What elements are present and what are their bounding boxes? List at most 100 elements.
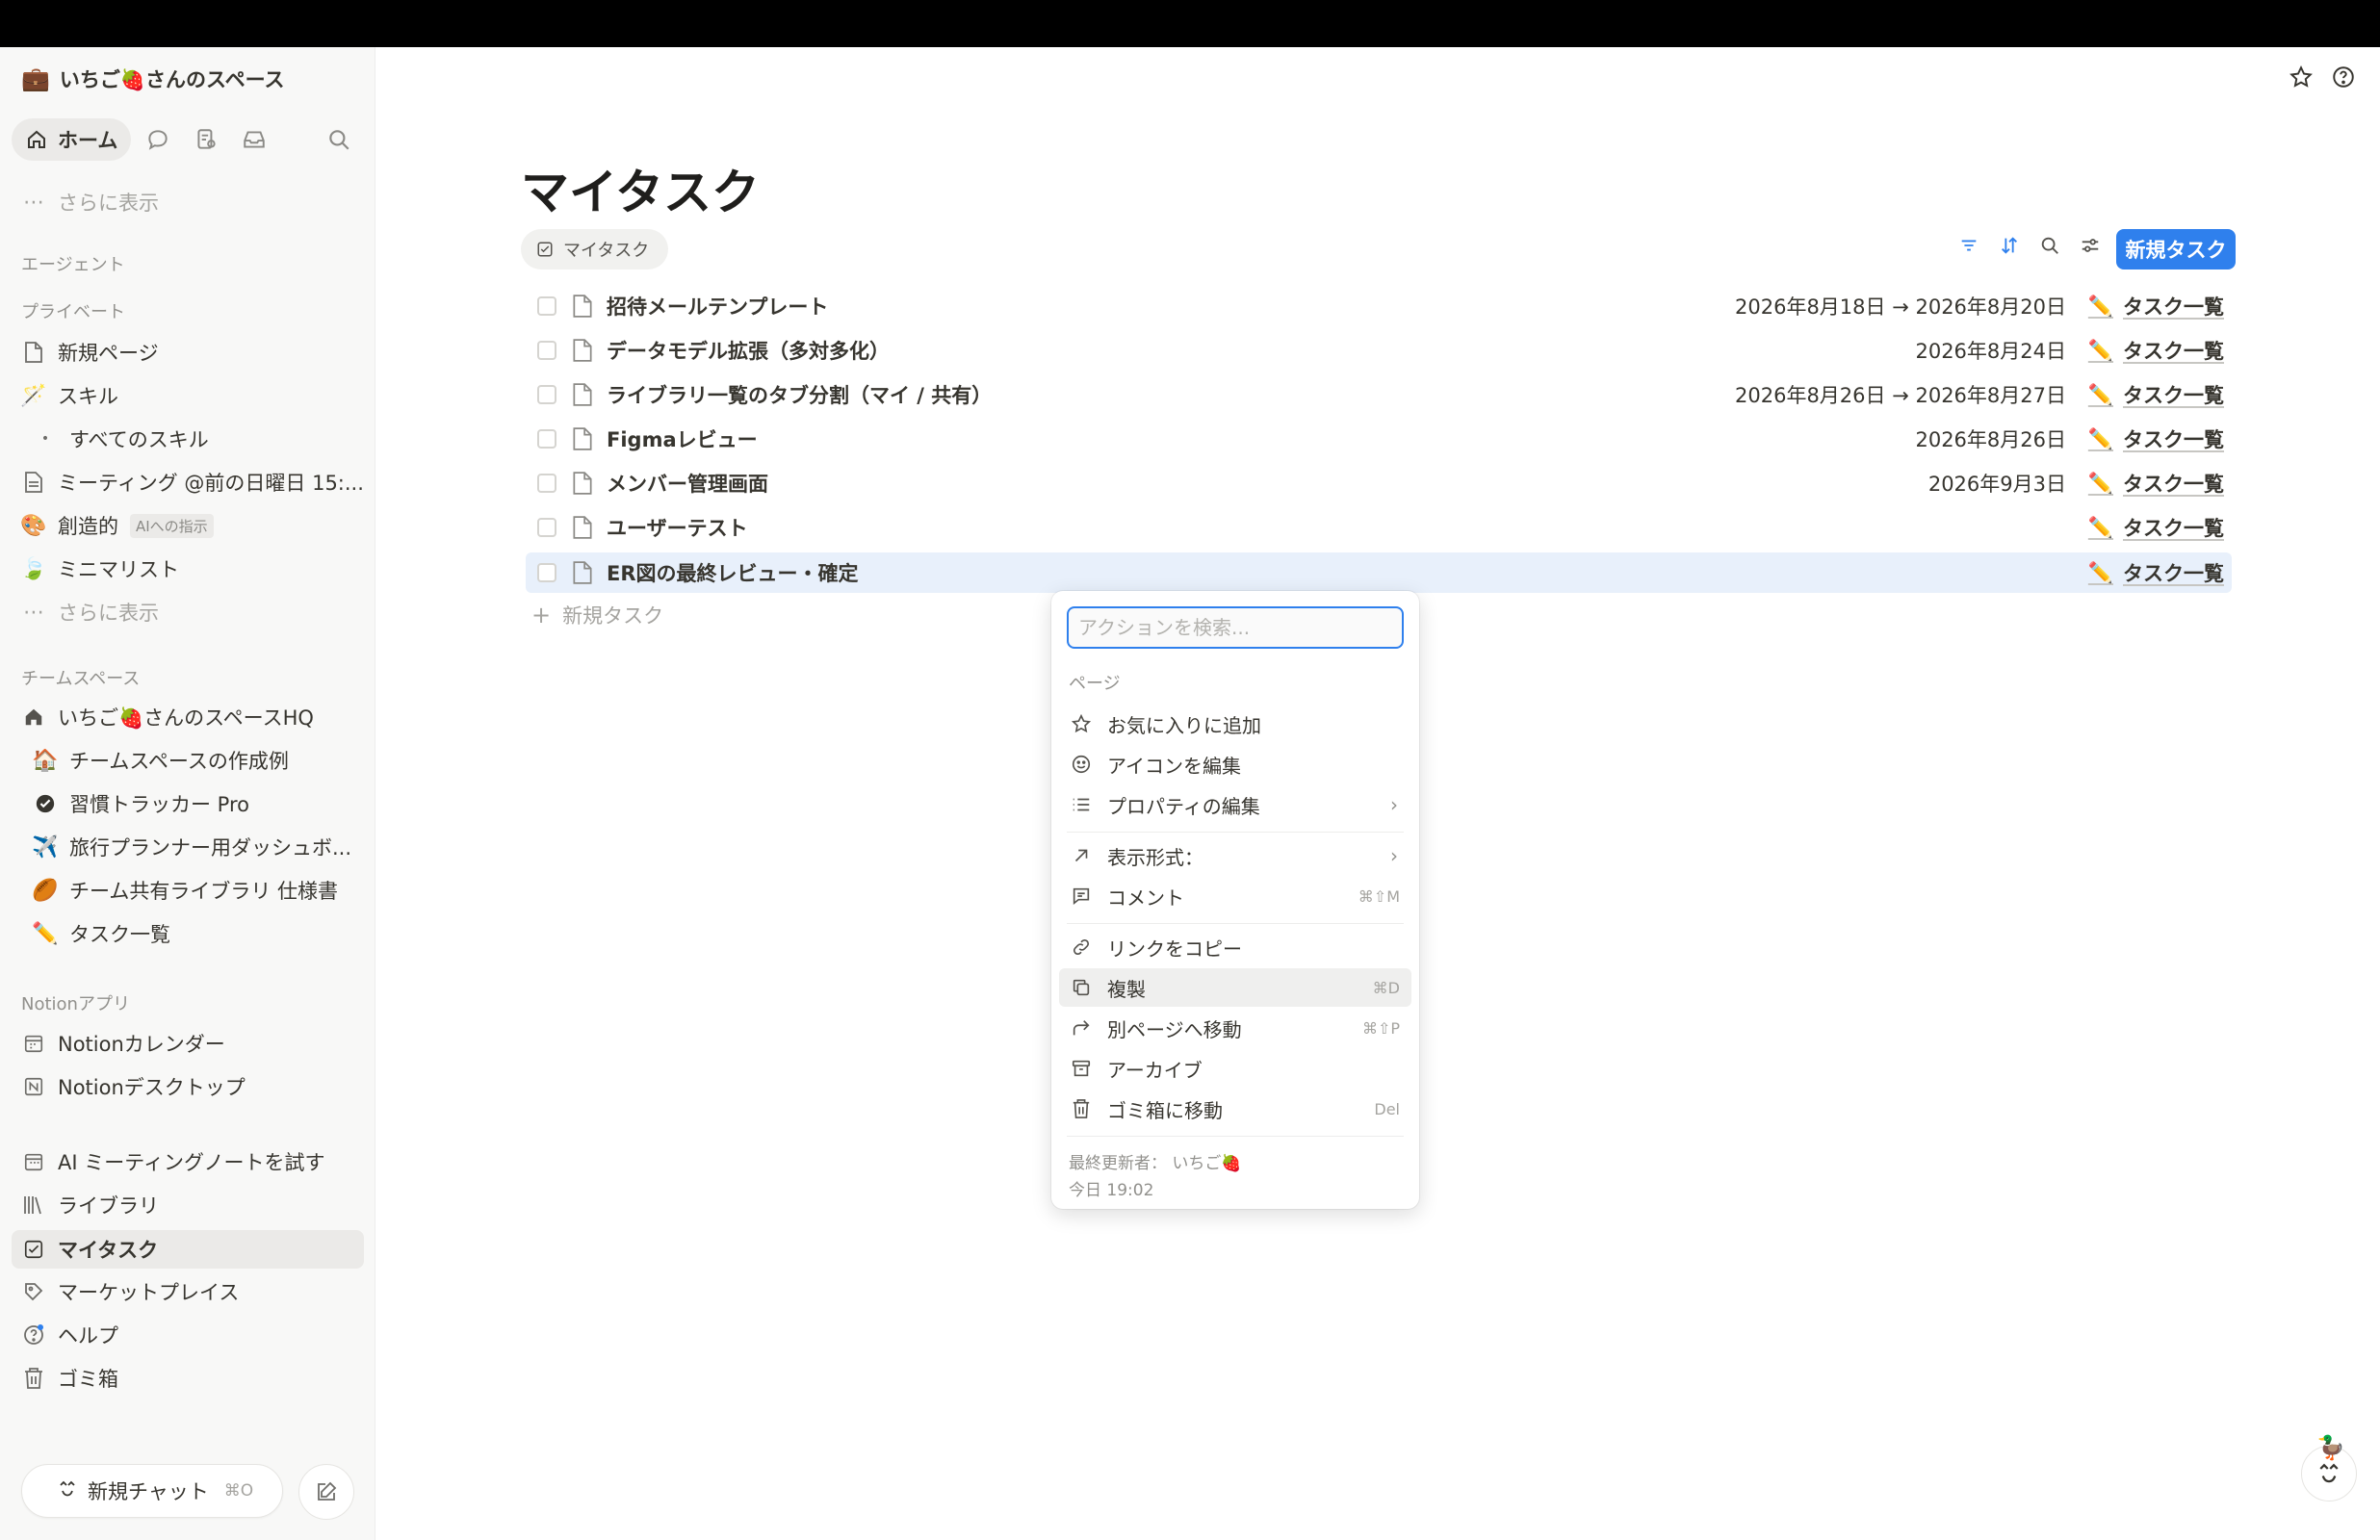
task-name[interactable]: メンバー管理画面 [607,469,768,498]
os-top-bar [0,0,2380,47]
task-name[interactable]: ユーザーテスト [607,513,748,542]
palette-icon: 🎨 [20,513,47,538]
sidebar-item-hq[interactable]: いちご🍓さんのスペースHQ [21,699,314,735]
new-chat-button[interactable]: 新規チャット ⌘O [21,1464,283,1518]
task-checkbox[interactable] [537,474,556,493]
menu-item-edit-properties[interactable]: プロパティの編集 › [1059,785,1411,824]
sidebar-item-minimalist[interactable]: 🍃 ミニマリスト [20,551,179,587]
check-badge-icon [33,791,58,816]
meeting-notes-icon[interactable] [185,118,227,161]
menu-item-display-as[interactable]: 表示形式： › [1059,836,1411,875]
sidebar-item-help[interactable]: ヘルプ [21,1317,118,1353]
help-circle-icon[interactable] [2330,64,2357,90]
star-icon[interactable] [2288,64,2315,90]
top-right-actions [2288,64,2357,90]
task-checkbox[interactable] [537,429,556,449]
task-project-link[interactable]: ✏️ タスク一覧 [2088,469,2224,498]
task-name[interactable]: ライブラリ一覧のタブ分割（マイ / 共有） [607,380,992,409]
task-date: 2026年8月18日 → 2026年8月20日 [1735,295,2066,319]
table-row[interactable]: メンバー管理画面 2026年9月3日 ✏️ タスク一覧 [526,463,2232,503]
house-icon [21,705,46,730]
show-more-top[interactable]: ⋯ さらに表示 [21,184,159,220]
magic-wand-icon: 🪄 [20,383,47,408]
sidebar-item-creative[interactable]: 🎨 創造的 AIへの指示 [20,507,214,544]
table-row[interactable]: 招待メールテンプレート 2026年8月18日 → 2026年8月20日 ✏️ タス… [526,286,2232,326]
menu-item-duplicate[interactable]: 複製 ⌘D [1059,968,1411,1007]
sidebar-item-all-skills[interactable]: • すべてのスキル [33,421,209,457]
table-row[interactable]: ライブラリ一覧のタブ分割（マイ / 共有） 2026年8月26日 → 2026年… [526,374,2232,415]
chat-bubble-icon[interactable] [137,118,179,161]
menu-item-copy-link[interactable]: リンクをコピー [1059,928,1411,966]
search-icon[interactable] [318,118,360,161]
new-task-button[interactable]: 新規タスク [2116,229,2236,270]
task-name[interactable]: Figmaレビュー [607,424,758,453]
sidebar-item-notion-desktop[interactable]: Notionデスクトップ [21,1068,246,1105]
calendar-icon [21,1031,46,1056]
sidebar-item-skills[interactable]: 🪄 スキル [20,377,118,414]
task-project-link[interactable]: ✏️ タスク一覧 [2088,424,2224,453]
menu-item-move-to[interactable]: 別ページへ移動 ⌘⇧P [1059,1009,1411,1047]
filter-icon[interactable] [1954,231,1983,260]
compose-button[interactable] [298,1464,354,1520]
sidebar-item-shared-library[interactable]: 🏉 チーム共有ライブラリ 仕様書 [32,872,338,909]
task-name[interactable]: ER図の最終レビュー・確定 [607,558,859,587]
menu-item-edit-icon[interactable]: アイコンを編集 [1059,745,1411,783]
menu-item-move-to-trash[interactable]: ゴミ箱に移動 Del [1059,1090,1411,1128]
team-section-label: チームスペース [21,669,141,689]
task-checkbox[interactable] [537,385,556,404]
calendar-grid-icon [21,1149,46,1174]
page-context-menu: ページ お気に入りに追加 アイコンを編集 プロパティの編集 › 表示形式： › … [1051,591,1419,1209]
task-project-link[interactable]: ✏️ タスク一覧 [2088,513,2224,542]
task-name[interactable]: データモデル拡張（多対多化） [607,336,890,365]
sort-icon[interactable] [1995,231,2024,260]
table-row[interactable]: ユーザーテスト ✏️ タスク一覧 [526,507,2232,548]
sidebar-item-my-tasks[interactable]: マイタスク [21,1231,158,1268]
search-icon[interactable] [2035,231,2064,260]
more-dots-icon: ⋯ [23,190,44,215]
sidebar-item-notion-calendar[interactable]: Notionカレンダー [21,1025,225,1062]
bullet-icon: • [40,431,50,447]
sidebar-item-travel-planner[interactable]: ✈️ 旅行プランナー用ダッシュボ... [32,829,351,865]
settings-sliders-icon[interactable] [2076,231,2105,260]
task-project-link[interactable]: ✏️ タスク一覧 [2088,380,2224,409]
compose-icon [318,1481,337,1501]
sidebar-item-meeting[interactable]: ミーティング @前の日曜日 15:... [21,464,364,500]
task-name[interactable]: 招待メールテンプレート [607,292,828,321]
table-row[interactable]: データモデル拡張（多対多化） 2026年8月24日 ✏️ タスク一覧 [526,330,2232,371]
task-checkbox[interactable] [537,296,556,316]
sidebar-item-trash[interactable]: ゴミ箱 [21,1360,118,1397]
show-more-private[interactable]: ⋯ さらに表示 [21,594,159,630]
books-icon [21,1193,46,1218]
home-icon [28,130,45,148]
menu-divider [1067,832,1404,833]
sidebar-item-teamspace-example[interactable]: 🏠 チームスペースの作成例 [32,742,289,779]
menu-item-archive[interactable]: アーカイブ [1059,1049,1411,1088]
sidebar-item-task-list[interactable]: ✏️ タスク一覧 [32,915,170,952]
document-icon [21,470,46,495]
last-edited-time: 今日 19:02 [1069,1181,1154,1200]
task-project-link[interactable]: ✏️ タスク一覧 [2088,336,2224,365]
table-row-selected[interactable]: ER図の最終レビュー・確定 ✏️ タスク一覧 [526,552,2232,593]
workspace-switcher[interactable]: 💼 いちご🍓さんのスペース [21,63,285,95]
action-search-input[interactable] [1067,606,1404,649]
page-icon [573,516,592,539]
task-checkbox[interactable] [537,563,556,582]
sidebar-item-marketplace[interactable]: マーケットプレイス [21,1273,239,1310]
table-row[interactable]: Figmaレビュー 2026年8月26日 ✏️ タスク一覧 [526,419,2232,459]
task-project-link[interactable]: ✏️ タスク一覧 [2088,292,2224,321]
menu-item-comment[interactable]: コメント ⌘⇧M [1059,877,1411,915]
sidebar-item-ai-meeting-notes[interactable]: AI ミーティングノートを試す [21,1143,325,1180]
menu-item-add-favorite[interactable]: お気に入りに追加 [1059,705,1411,743]
duck-icon: 🦆 [2316,1434,2345,1461]
sidebar-item-habit-tracker[interactable]: 習慣トラッカー Pro [33,785,249,822]
sidebar-item-library[interactable]: ライブラリ [21,1187,159,1223]
home-button[interactable]: ホーム [12,118,132,161]
task-checkbox[interactable] [537,518,556,537]
task-project-link[interactable]: ✏️ タスク一覧 [2088,558,2224,587]
checkbox-icon [21,1237,46,1262]
inbox-icon[interactable] [233,118,275,161]
view-tab-my-tasks[interactable]: マイタスク [521,229,669,270]
sidebar-item-new-page[interactable]: 新規ページ [21,334,159,371]
add-task-button[interactable]: + 新規タスク [531,601,663,629]
task-checkbox[interactable] [537,341,556,360]
